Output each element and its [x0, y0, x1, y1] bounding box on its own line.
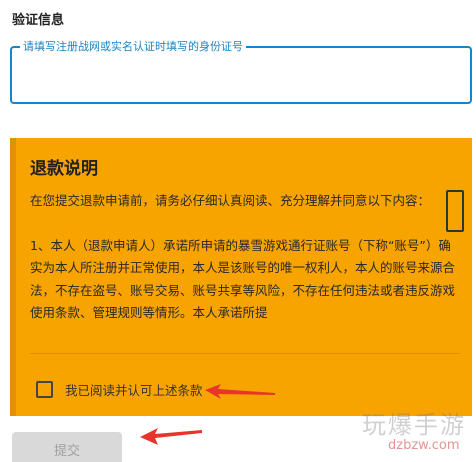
agree-terms-row[interactable]: 我已阅读并认可上述条款 — [36, 378, 203, 400]
agree-terms-checkbox[interactable] — [36, 380, 53, 398]
refund-terms-clause-1: 1、本人（退款申请人）承诺所申请的暴雪游戏通行证账号（下称“账号”）确实为本人所… — [30, 237, 456, 321]
watermark-url: dzbzw.com — [388, 438, 460, 453]
refund-notice-panel: 退款说明 在您提交退款申请前，请务必仔细认真阅读、充分理解并同意以下内容： 1、… — [10, 138, 472, 416]
panel-divider — [30, 353, 460, 354]
section-title: 验证信息 — [12, 13, 65, 28]
refund-notice-title: 退款说明 — [30, 159, 98, 179]
refund-terms-intro: 在您提交退款申请前，请务必仔细认真阅读、充分理解并同意以下内容： — [30, 193, 431, 208]
annotation-arrow-icon — [140, 428, 202, 445]
id-number-field[interactable]: 请填写注册战网或实名认证时填写的身份证号 — [10, 39, 472, 104]
agree-terms-label[interactable]: 我已阅读并认可上述条款 — [65, 380, 203, 399]
refund-terms-scroll-area[interactable]: 在您提交退款申请前，请务必仔细认真阅读、充分理解并同意以下内容： 1、本人（退款… — [30, 190, 460, 344]
id-number-input[interactable] — [22, 66, 462, 90]
submit-button[interactable]: 提交 — [12, 432, 122, 462]
id-number-field-label: 请填写注册战网或实名认证时填写的身份证号 — [20, 39, 246, 55]
watermark-logo: 玩爆手游 — [362, 411, 466, 439]
terms-scrollbar-thumb[interactable] — [446, 190, 464, 232]
annotation-arrow-icon — [205, 384, 275, 399]
